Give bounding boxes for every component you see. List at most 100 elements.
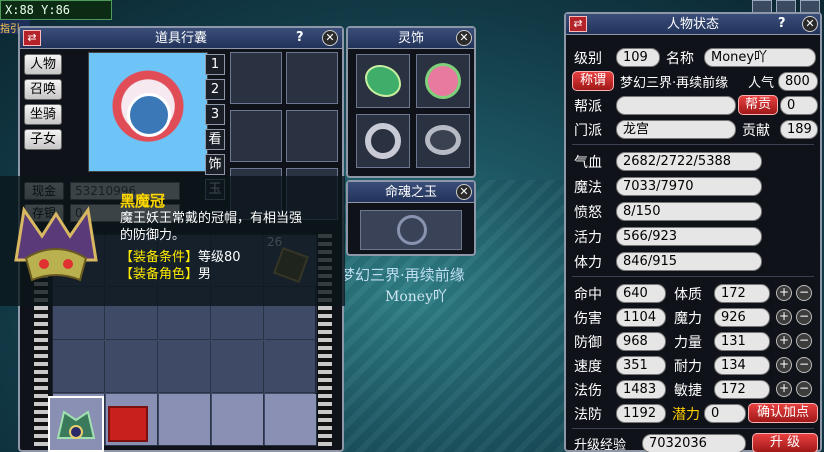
agility-plus-button[interactable]: + — [776, 381, 792, 397]
soul-jade-icon — [397, 215, 427, 245]
gang-label: 帮派 — [574, 99, 602, 115]
grid-cell[interactable] — [265, 394, 317, 446]
help-icon[interactable]: ? — [296, 30, 304, 45]
silver-ring-ornament-icon — [365, 123, 401, 159]
speed-label: 速度 — [574, 359, 602, 375]
divider — [572, 428, 814, 429]
grid-cell[interactable] — [53, 341, 105, 393]
divider — [572, 144, 814, 145]
taiji-face-icon — [127, 93, 171, 137]
soul-jade-slot[interactable] — [360, 210, 462, 250]
selected-helmet-slot[interactable] — [48, 396, 104, 452]
confirm-points-button[interactable]: 确认加点 — [748, 403, 818, 423]
mp-label: 魔法 — [574, 180, 602, 196]
magic-power-label: 魔力 — [674, 311, 702, 327]
red-chest-item-icon[interactable] — [108, 406, 148, 442]
item-name: 黑魔冠 — [120, 192, 166, 210]
hp-value: 2682/2722/5388 — [616, 152, 762, 171]
hit-label: 命中 — [574, 287, 602, 303]
magic-power-plus-button[interactable]: + — [776, 309, 792, 325]
strength-value: 131 — [714, 332, 770, 351]
magic-defense-label: 法防 — [574, 407, 602, 423]
page-tab-3[interactable]: 3 — [205, 104, 225, 125]
tab-children[interactable]: 子女 — [24, 129, 62, 150]
endurance-plus-button[interactable]: + — [776, 357, 792, 373]
gang-contrib-button[interactable]: 帮贡 — [738, 95, 778, 115]
help-icon[interactable]: ? — [778, 16, 786, 31]
tab-view[interactable]: 看 — [205, 129, 225, 150]
ornament-slot-1[interactable] — [356, 54, 410, 108]
contrib-label: 贡献 — [742, 123, 770, 139]
stamina-label: 体力 — [574, 255, 602, 271]
swap-icon[interactable]: ⇄ — [569, 16, 587, 32]
grid-cell[interactable] — [159, 394, 211, 446]
role-value: 男 — [198, 267, 212, 282]
inventory-title: 道具行囊 — [20, 28, 342, 49]
constitution-value: 172 — [714, 284, 770, 303]
school-value: 龙宫 — [616, 120, 736, 139]
strength-minus-button[interactable]: − — [796, 333, 812, 349]
contrib-value: 189 — [780, 120, 818, 139]
divider — [572, 276, 814, 277]
hp-label: 气血 — [574, 155, 602, 171]
green-leaf-ornament-icon — [365, 65, 401, 97]
helmet-item-icon — [56, 410, 96, 439]
endurance-value: 134 — [714, 356, 770, 375]
agility-minus-button[interactable]: − — [796, 381, 812, 397]
swap-icon[interactable]: ⇄ — [23, 30, 41, 46]
tab-ornament[interactable]: 饰 — [205, 154, 225, 175]
potential-value: 0 — [704, 404, 746, 423]
level-up-button[interactable]: 升 级 — [752, 433, 818, 452]
character-portrait — [88, 52, 208, 172]
grid-cell[interactable] — [212, 341, 264, 393]
grid-cell[interactable] — [159, 341, 211, 393]
gang-contrib-value: 0 — [780, 96, 818, 115]
close-icon[interactable]: ✕ — [456, 30, 472, 46]
vitality-value: 566/923 — [616, 227, 762, 246]
ornament-panel: 灵饰 ✕ — [346, 26, 476, 178]
tab-summon[interactable]: 召唤 — [24, 79, 62, 100]
level-label: 级别 — [574, 51, 602, 67]
popularity-label: 人气 — [746, 72, 775, 91]
mp-value: 7033/7970 — [616, 177, 762, 196]
title-button[interactable]: 称谓 — [572, 71, 614, 91]
defense-value: 968 — [616, 332, 666, 351]
close-icon[interactable]: ✕ — [802, 16, 818, 32]
school-label: 门派 — [574, 123, 602, 139]
hit-value: 640 — [616, 284, 666, 303]
equip-slot-armor[interactable] — [286, 110, 338, 162]
damage-value: 1104 — [616, 308, 666, 327]
grid-cell[interactable] — [265, 341, 317, 393]
equip-slot-necklace[interactable] — [286, 52, 338, 104]
popularity-value: 800 — [778, 72, 818, 91]
level-value: 109 — [616, 48, 660, 67]
constitution-label: 体质 — [674, 287, 702, 303]
potential-label: 潜力 — [672, 407, 700, 423]
magic-damage-label: 法伤 — [574, 383, 602, 399]
character-status-panel: 人物状态 ⇄ ? ✕ 级别 109 名称 Money吖 称谓 梦幻三界·再续前缘… — [564, 12, 822, 452]
world-caption: 梦幻三界·再续前缘 — [340, 266, 465, 284]
ornament-slot-4[interactable] — [416, 114, 470, 168]
equip-slot-weapon[interactable] — [230, 110, 282, 162]
strength-plus-button[interactable]: + — [776, 333, 792, 349]
page-tab-2[interactable]: 2 — [205, 79, 225, 100]
close-icon[interactable]: ✕ — [456, 184, 472, 200]
anger-label: 愤怒 — [574, 205, 602, 221]
grid-cell[interactable] — [212, 394, 264, 446]
endurance-minus-button[interactable]: − — [796, 357, 812, 373]
black-demon-crown-icon — [6, 200, 106, 290]
close-icon[interactable]: ✕ — [322, 30, 338, 46]
tab-mount[interactable]: 坐骑 — [24, 104, 62, 125]
ornament-slot-2[interactable] — [416, 54, 470, 108]
equip-slot-helmet[interactable] — [230, 52, 282, 104]
grid-cell[interactable] — [106, 341, 158, 393]
magic-power-value: 926 — [714, 308, 770, 327]
constitution-minus-button[interactable]: − — [796, 285, 812, 301]
agility-value: 172 — [714, 380, 770, 399]
page-tab-1[interactable]: 1 — [205, 54, 225, 75]
ornament-slot-3[interactable] — [356, 114, 410, 168]
tab-character[interactable]: 人物 — [24, 54, 62, 75]
magic-power-minus-button[interactable]: − — [796, 309, 812, 325]
constitution-plus-button[interactable]: + — [776, 285, 792, 301]
bracelet-ornament-icon — [425, 125, 461, 155]
